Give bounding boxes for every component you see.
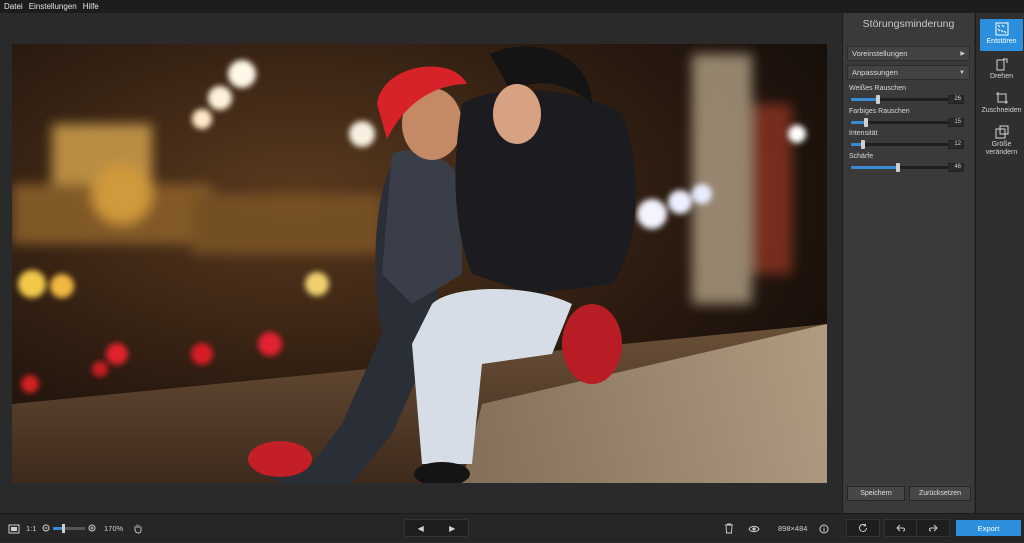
save-button[interactable]: Speichern [847,486,905,501]
photo-image [12,44,827,483]
slider-thumb[interactable] [895,162,900,172]
undo-button[interactable] [884,519,918,537]
fit-screen-button[interactable] [8,514,20,543]
menu-file[interactable]: Datei [4,2,23,11]
slider-track[interactable] [851,95,953,104]
eye-icon[interactable] [748,514,760,543]
info-icon[interactable] [819,514,829,543]
next-image-button[interactable]: ▶ [437,520,469,536]
chevron-right-icon: ▶ [960,51,965,57]
rotate-icon [996,58,1007,71]
slider-list: Weißes Rauschen 26 Farbiges Rauschen 15 … [847,84,970,174]
fit-screen-icon [8,524,20,533]
panel-actions: Speichern Zurücksetzen [847,486,971,501]
redo-button[interactable] [916,519,950,537]
slider-sharpness: Schärfe 46 [847,152,970,175]
slider-value[interactable]: 15 [948,117,964,127]
slider-track[interactable] [851,162,953,172]
reset-button[interactable]: Zurücksetzen [909,486,971,501]
slider-color-noise: Farbiges Rauschen 15 [847,107,970,130]
tool-label: Größe verändern [985,141,1018,156]
chevron-down-icon: ▼ [959,69,965,76]
slider-thumb[interactable] [875,95,880,104]
menu-bar: Datei Einstellungen Hilfe [0,0,1024,13]
zoom-slider[interactable] [53,514,85,543]
adjustments-section[interactable]: Anpassungen ▼ [847,65,970,80]
tool-label: Drehen [990,73,1013,80]
slider-fill [851,165,898,169]
denoise-icon [995,22,1008,36]
export-button[interactable]: Export [956,520,1021,536]
slider-label: Schärfe [849,152,874,160]
slider-value[interactable]: 12 [948,140,964,149]
canvas-area [0,13,840,513]
chevron-right-icon: ▶ [449,523,456,533]
tool-denoise[interactable]: Entstören [980,19,1023,51]
slider-label: Farbiges Rauschen [849,107,910,115]
tool-column: Entstören Drehen Zuschneiden Größe verän… [975,13,1024,513]
slider-value[interactable]: 26 [948,95,964,104]
resize-icon [995,125,1008,139]
image-navigation: ◀ ▶ [404,519,469,537]
redo-icon [929,524,938,532]
zoom-slider-thumb[interactable] [61,524,65,533]
refresh-icon [859,523,867,532]
zoom-out-icon[interactable] [42,514,51,543]
slider-white-noise: Weißes Rauschen 26 [847,84,970,107]
menu-help[interactable]: Hilfe [83,2,99,11]
slider-value[interactable]: 46 [948,162,964,172]
ratio-one-to-one[interactable]: 1:1 [26,514,36,543]
menu-settings[interactable]: Einstellungen [29,2,77,11]
slider-fill [851,98,878,101]
tool-resize[interactable]: Größe verändern [980,125,1023,161]
tool-label: Entstören [986,38,1017,45]
photo-preview[interactable] [12,44,827,483]
tool-rotate[interactable]: Drehen [980,57,1023,87]
bottom-bar: 1:1 170% ◀ ▶ 898×484 Export [0,513,1024,542]
adjustment-panel: Störungsminderung Voreinstellungen ▶ Anp… [842,13,974,513]
tool-label: Zuschneiden [981,107,1022,114]
image-dimensions: 898×484 [778,524,808,533]
slider-thumb[interactable] [861,140,866,149]
slider-thumb[interactable] [864,117,869,127]
reset-view-button[interactable] [846,519,880,537]
previous-image-button[interactable]: ◀ [405,520,437,536]
trash-icon[interactable] [724,514,734,543]
crop-icon [995,92,1008,104]
chevron-left-icon: ◀ [417,523,424,533]
tool-crop[interactable]: Zuschneiden [980,91,1023,121]
slider-track[interactable] [851,140,953,149]
slider-label: Intensität [849,130,878,137]
undo-icon [896,524,905,532]
zoom-slider-track[interactable] [53,524,85,533]
slider-track[interactable] [851,117,953,127]
adjustments-label: Anpassungen [852,68,898,77]
panel-title: Störungsminderung [862,18,955,30]
zoom-value: 170% [104,524,124,533]
slider-intensity: Intensität 12 [847,129,970,152]
presets-label: Voreinstellungen [852,49,908,58]
zoom-in-icon[interactable] [88,514,97,543]
slider-label: Weißes Rauschen [849,85,907,92]
presets-section[interactable]: Voreinstellungen ▶ [847,46,970,61]
hand-icon[interactable] [133,514,143,543]
